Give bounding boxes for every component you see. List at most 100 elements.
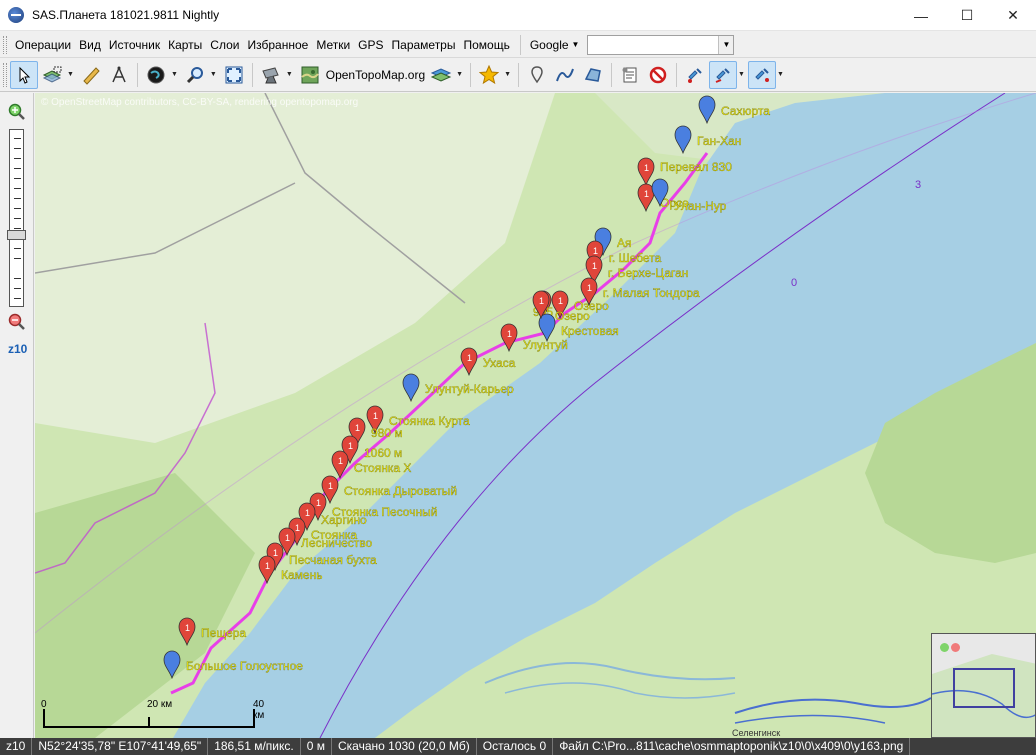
grid-label: 0 [791,277,797,289]
slider-tick [14,278,21,279]
favorites-caret-icon[interactable]: ▼ [504,71,511,78]
minimize-button[interactable]: — [898,0,944,31]
satellite-dish-button[interactable] [257,61,285,89]
ruler-button[interactable] [77,61,105,89]
layers-caret-icon[interactable]: ▼ [456,71,463,78]
gps-center-button[interactable] [747,60,776,89]
search-input[interactable]: ▼ [587,34,735,55]
ruler-icon [83,66,100,85]
minimap-plus-icon[interactable] [940,643,949,652]
select-area-button[interactable] [38,61,66,89]
toolbar-separator [611,62,613,87]
gps-track-button[interactable] [709,60,738,89]
pin-number-icon: 1 [285,533,290,543]
zoom-out-button[interactable] [8,313,26,331]
toolbar-separator [251,62,253,87]
pin-number-icon: 1 [348,441,353,451]
slider-tick [14,158,21,159]
slider-tick [14,218,21,219]
slider-tick [14,148,21,149]
slider-tick [14,208,21,209]
polygon-icon [584,67,601,82]
pin-icon [531,65,543,83]
add-polygon-button[interactable] [579,61,607,89]
map-attribution: © OpenStreetMap contributors, CC-BY-SA, … [41,97,359,108]
satellite-caret-icon[interactable]: ▼ [286,71,293,78]
placemark-label: Камень [281,568,322,582]
pin-number-icon: 1 [305,508,310,518]
add-path-button[interactable] [551,61,579,89]
menu-settings[interactable]: Параметры [388,34,460,56]
layers-icon [430,67,452,82]
add-point-button[interactable] [523,61,551,89]
pin-number-icon: 1 [338,456,343,466]
gps-connect-button[interactable] [681,61,709,89]
select-area-caret-icon[interactable]: ▼ [67,71,74,78]
placemark-label: Большое Голоустное [186,659,303,673]
placemark-label: 1060 м [364,446,402,460]
calc-distance-button[interactable] [105,61,133,89]
pin-number-icon: 1 [185,623,190,633]
pin-number-icon: 1 [644,163,649,173]
close-button[interactable]: ✕ [990,0,1036,31]
toolbar-separator [676,62,678,87]
minimap-viewport[interactable] [953,668,1015,708]
menu-gps[interactable]: GPS [354,34,387,56]
gps-track-caret-icon[interactable]: ▼ [738,71,745,78]
zoom-in-button[interactable] [8,103,26,121]
path-icon [556,68,574,81]
pin-number-icon: 1 [539,296,544,306]
menu-layers[interactable]: Слои [206,34,243,56]
menu-favorites[interactable]: Избранное [243,34,312,56]
chevron-down-icon[interactable]: ▼ [718,35,734,54]
placemark-label: Харгино [321,513,367,527]
minimap[interactable] [931,633,1036,738]
globe-caret-icon[interactable]: ▼ [171,71,178,78]
menu-source[interactable]: Источник [105,34,164,56]
globe-button[interactable] [142,61,170,89]
status-resolution: 186,51 м/пикс. [208,738,301,755]
menu-view[interactable]: Вид [75,34,105,56]
pin-number-icon: 1 [295,523,300,533]
gps-center-caret-icon[interactable]: ▼ [777,71,784,78]
toolbar-grip[interactable] [3,62,7,87]
zoom-caret-icon[interactable]: ▼ [210,71,217,78]
fullscreen-button[interactable] [220,61,248,89]
favorites-button[interactable] [475,61,503,89]
pin-number-icon: 1 [644,189,649,199]
menu-placemarks[interactable]: Метки [312,34,354,56]
zoom-tool-button[interactable] [181,61,209,89]
placemark-label: г. Шебета [609,251,661,265]
cursor-icon [19,66,31,84]
pin-number-icon: 1 [373,411,378,421]
placemark-label: Ая [617,236,632,250]
map-source-icon [301,66,319,83]
status-file: Файл C:\Pro...811\cache\osmmaptoponik\z1… [553,738,911,755]
zoom-slider-thumb[interactable] [7,230,26,240]
map-view[interactable]: 3 0 Селенгинск Сахюрта Ган-Хан 1 Перевал 83… [35,93,1036,738]
pin-number-icon: 1 [592,261,597,271]
menu-operations[interactable]: Операции [11,34,75,56]
zoom-level-label: z10 [8,342,28,356]
minimap-controls [940,643,960,652]
layers-button[interactable] [427,61,455,89]
minimap-minus-icon[interactable] [951,643,960,652]
maximize-button[interactable]: ☐ [944,0,990,31]
magnifier-icon [186,66,203,83]
map-canvas[interactable]: 3 0 Селенгинск Сахюрта Ган-Хан 1 Перевал 83… [35,93,1036,738]
placemark-label: Стоянка Дыроватый [344,484,457,498]
menu-grip[interactable] [3,35,7,54]
placemark-label: Ган-Хан [697,134,741,148]
map-source-label[interactable]: OpenTopoMap.org [326,68,425,82]
zoom-slider-track[interactable] [9,129,24,307]
hide-placemarks-button[interactable] [644,61,672,89]
gps-track-icon [715,67,730,83]
pin-number-icon: 1 [593,246,598,256]
map-source-button[interactable] [296,61,324,89]
search-engine-select[interactable]: Google ▼ [526,38,584,52]
placemarks-manager-button[interactable] [616,61,644,89]
pointer-tool-button[interactable] [10,60,38,89]
menu-maps[interactable]: Карты [164,34,206,56]
menu-help[interactable]: Помощь [459,34,513,56]
zoom-in-icon [8,103,25,120]
